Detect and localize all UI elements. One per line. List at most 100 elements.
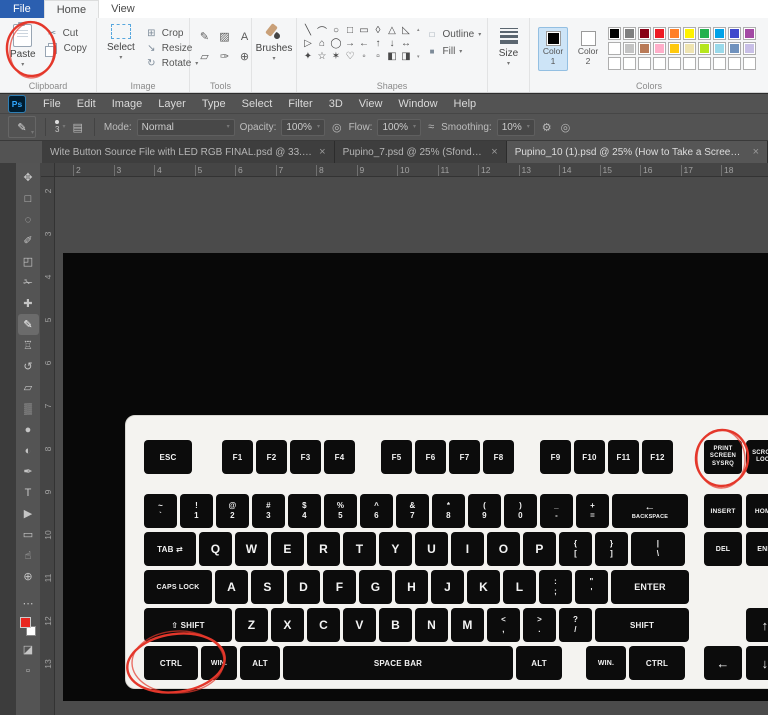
palette-swatch[interactable] [683, 42, 696, 56]
color-swatches[interactable] [18, 617, 38, 636]
palette-swatch[interactable] [608, 42, 621, 56]
document-tab-3[interactable]: Pupino_10 (1).psd @ 25% (How to Take a S… [506, 141, 768, 163]
palette-swatch[interactable] [713, 27, 726, 41]
select-button[interactable]: Select ▾ [101, 22, 141, 79]
palette-swatch[interactable] [743, 27, 756, 41]
eraser-icon[interactable]: ▱ [196, 48, 213, 65]
shape-16[interactable]: ✦ [301, 50, 315, 63]
healing-brush-tool-icon[interactable]: ✚ [18, 293, 39, 314]
brush-size-dropdown[interactable]: 3 ▾ [55, 120, 65, 134]
shape-10[interactable]: ◯ [329, 37, 343, 50]
clone-stamp-tool-icon[interactable]: ♖ [18, 335, 39, 356]
menu-3d[interactable]: 3D [321, 98, 351, 110]
palette-swatch[interactable] [638, 27, 651, 41]
menu-image[interactable]: Image [104, 98, 151, 110]
document-canvas[interactable]: ESC F1 F2 F3 F4 F5 F6 F7 F8 F9 F10 F11 F12 ~ `! 1 @2 #3 $4… [55, 177, 768, 715]
shape-1[interactable]: ⌒ [315, 24, 329, 38]
pen-pressure-icon[interactable]: ◎ [559, 121, 573, 134]
edit-toolbar-icon[interactable]: ⋯ [18, 593, 39, 614]
shape-7[interactable]: ◺ [399, 24, 413, 37]
palette-swatch[interactable] [653, 57, 666, 71]
shape-22[interactable]: ◧ [385, 50, 399, 63]
crop-tool-icon[interactable]: ◰ [18, 251, 39, 272]
shape-20[interactable]: ◦ [357, 50, 371, 63]
cut-button[interactable]: ✂ Cut [46, 28, 87, 39]
shape-18[interactable]: ✶ [329, 50, 343, 63]
smoothing-gear-icon[interactable]: ⚙ [540, 121, 554, 134]
blur-tool-icon[interactable]: ● [18, 419, 39, 440]
palette-swatch[interactable] [608, 57, 621, 71]
screen-mode-icon[interactable]: ▫ [18, 660, 39, 681]
palette-swatch[interactable] [728, 57, 741, 71]
shape-17[interactable]: ☆ [315, 50, 329, 63]
palette-swatch[interactable] [743, 42, 756, 56]
palette-swatch[interactable] [623, 27, 636, 41]
airbrush-icon[interactable]: ≈ [426, 121, 436, 133]
shape-15[interactable]: ↔ [399, 37, 413, 50]
shape-0[interactable]: ╲ [301, 24, 315, 37]
menu-filter[interactable]: Filter [280, 98, 320, 110]
eyedropper-tool-icon[interactable]: ✁ [18, 272, 39, 293]
palette-swatch[interactable] [668, 42, 681, 56]
palette-swatch[interactable] [698, 57, 711, 71]
history-brush-tool-icon[interactable]: ↺ [18, 356, 39, 377]
shape-5[interactable]: ◊ [371, 24, 385, 37]
hand-tool-icon[interactable]: ☝ [18, 545, 39, 566]
zoom-tool-icon[interactable]: ⊕ [18, 566, 39, 587]
tab-close-icon[interactable]: × [491, 146, 497, 158]
document-tab-2[interactable]: Pupino_7.psd @ 25% (Sfondo, RGB/... × [334, 141, 507, 163]
shape-23[interactable]: ◨ [399, 50, 413, 63]
quick-selection-tool-icon[interactable]: ✐ [18, 230, 39, 251]
type-tool-icon[interactable]: T [18, 482, 39, 503]
paint-file-tab[interactable]: File [0, 0, 44, 18]
palette-swatch[interactable] [638, 57, 651, 71]
pen-pressure-icon[interactable]: ◎ [330, 121, 344, 134]
brush-panel-toggle-icon[interactable]: ▤ [70, 121, 84, 134]
size-button[interactable]: Size ▾ [492, 22, 525, 69]
menu-select[interactable]: Select [234, 98, 281, 110]
fill-dropdown[interactable]: ■ Fill ▾ [426, 46, 482, 57]
palette-swatch[interactable] [728, 42, 741, 56]
paint-view-tab[interactable]: View [99, 0, 147, 18]
color2-button[interactable]: Color 2 [573, 27, 603, 71]
shape-tool-icon[interactable]: ▭ [18, 524, 39, 545]
paint-home-tab[interactable]: Home [43, 0, 100, 18]
foreground-color-swatch[interactable] [20, 617, 31, 628]
tool-preset-button[interactable]: ✎ ▾ [8, 116, 36, 138]
pencil-icon[interactable]: ✎ [196, 28, 213, 45]
opacity-select[interactable]: 100% ▾ [281, 118, 325, 136]
move-tool-icon[interactable]: ✥ [18, 167, 39, 188]
menu-layer[interactable]: Layer [150, 98, 194, 110]
palette-swatch[interactable] [668, 27, 681, 41]
dodge-tool-icon[interactable]: ◐ [18, 440, 39, 461]
shape-6[interactable]: △ [385, 24, 399, 37]
palette-swatch[interactable] [638, 42, 651, 56]
shapes-scrollbar[interactable]: ▴ ▾ [416, 24, 421, 63]
brushes-button[interactable]: Brushes ▾ [256, 22, 293, 64]
palette-swatch[interactable] [623, 42, 636, 56]
copy-button[interactable]: Copy [44, 43, 87, 57]
smoothing-select[interactable]: 10% ▾ [496, 118, 535, 136]
menu-type[interactable]: Type [194, 98, 234, 110]
menu-file[interactable]: File [35, 98, 69, 110]
palette-swatch[interactable] [728, 27, 741, 41]
shape-4[interactable]: ▭ [357, 24, 371, 37]
text-icon[interactable]: A [236, 28, 253, 45]
shape-3[interactable]: □ [343, 24, 357, 37]
tab-close-icon[interactable]: × [319, 146, 325, 158]
document-tab-1[interactable]: Wite Button Source File with LED RGB FIN… [42, 141, 335, 163]
color-picker-icon[interactable]: ✑ [216, 48, 233, 65]
flow-select[interactable]: 100% ▾ [377, 118, 422, 136]
shape-13[interactable]: ↑ [371, 37, 385, 50]
menu-view[interactable]: View [351, 98, 391, 110]
marquee-tool-icon[interactable]: □ [18, 188, 39, 209]
shape-8[interactable]: ▷ [301, 37, 315, 50]
palette-swatch[interactable] [743, 57, 756, 71]
palette-swatch[interactable] [608, 27, 621, 41]
paste-button[interactable]: Paste ▾ [4, 22, 42, 79]
brush-tool-icon[interactable]: ✎ [17, 314, 39, 335]
palette-swatch[interactable] [713, 42, 726, 56]
palette-swatch[interactable] [698, 42, 711, 56]
palette-swatch[interactable] [668, 57, 681, 71]
shape-14[interactable]: ↓ [385, 37, 399, 50]
